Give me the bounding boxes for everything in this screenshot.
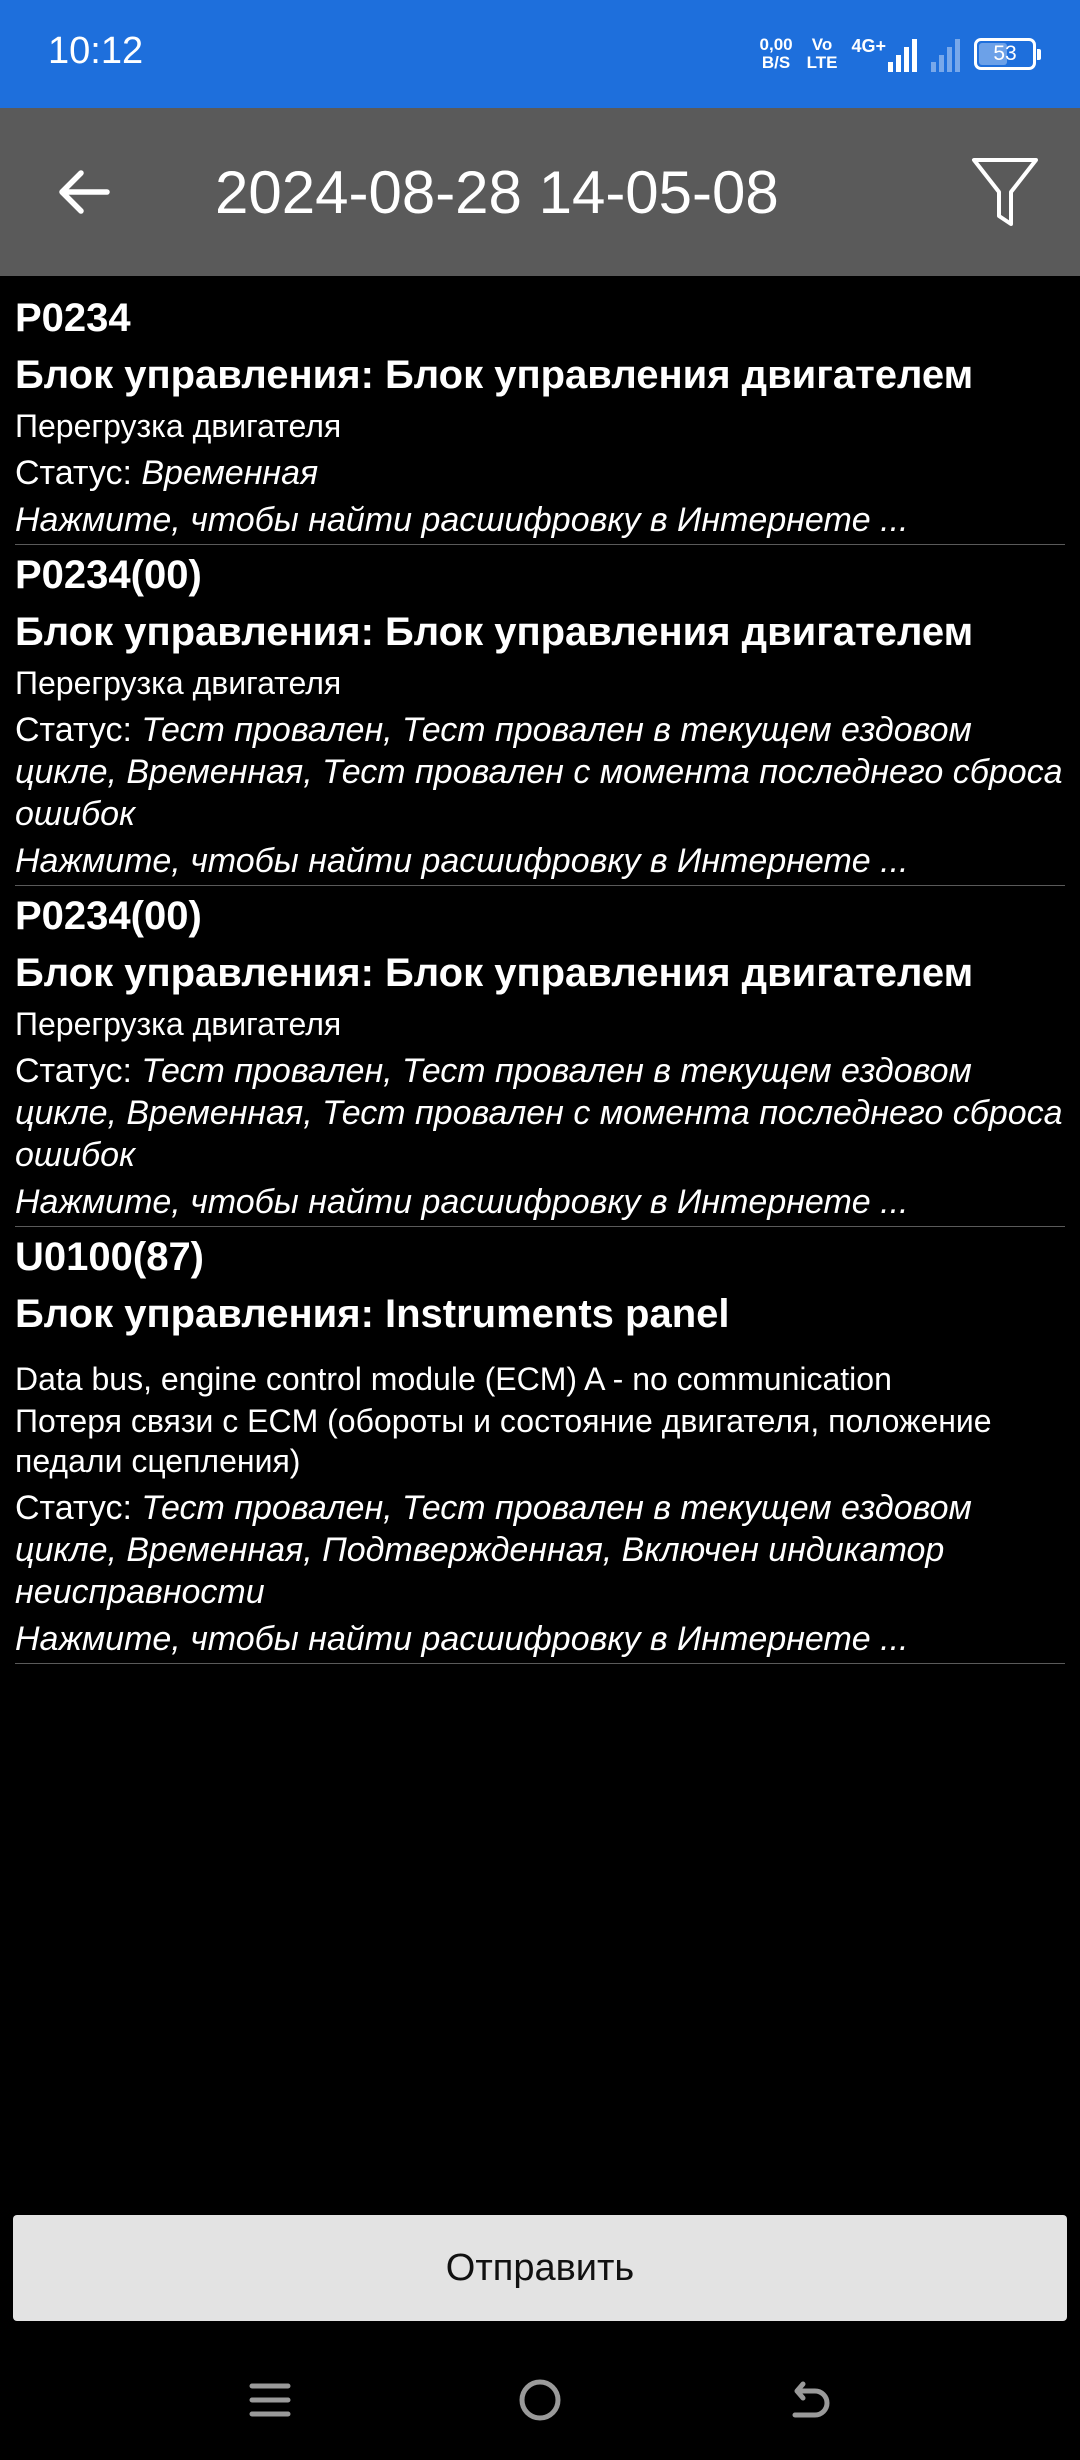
network-type-label: 4G+ (851, 36, 886, 56)
dtc-control-unit: Блок управления: Блок управления двигате… (15, 353, 974, 397)
dtc-code: P0234(00) (15, 553, 202, 597)
network-speed-value: 0,00 (759, 35, 793, 54)
page-title: 2024-08-28 14-05-08 (215, 159, 779, 226)
volte-bottom: LTE (806, 53, 838, 72)
dtc-control-unit: Блок управления: Блок управления двигате… (15, 951, 974, 995)
dtc-item[interactable]: P0234(00) Блок управления: Блок управлени… (15, 547, 1065, 886)
dtc-description: Перегрузка двигателя (15, 408, 342, 444)
battery-level: 53 (993, 42, 1017, 65)
dtc-status-value: Временная (141, 454, 319, 492)
dtc-status-value: Тест провален, Тест провален в текущем е… (15, 711, 1063, 833)
dtc-status-label: Статус: (15, 454, 142, 492)
battery-icon: 53 (974, 38, 1041, 70)
dtc-control-unit: Блок управления: Instruments panel (15, 1292, 730, 1336)
filter-button[interactable] (960, 148, 1050, 238)
dtc-control-unit: Блок управления: Блок управления двигате… (15, 610, 974, 654)
dtc-search-link[interactable]: Нажмите, чтобы найти расшифровку в Интер… (15, 839, 1065, 883)
dtc-status: Статус: Временная (15, 452, 1065, 494)
dtc-item[interactable]: P0234(00) Блок управления: Блок управлени… (15, 888, 1065, 1227)
status-icons: 0,00 B/S Vo LTE 4G+ 53 (760, 28, 1041, 80)
network-speed-indicator: 0,00 B/S (760, 36, 793, 72)
dtc-code: P0234(00) (15, 894, 202, 938)
dtc-search-link[interactable]: Нажмите, чтобы найти расшифровку в Интер… (15, 498, 1065, 542)
dtc-search-link[interactable]: Нажмите, чтобы найти расшифровку в Интер… (15, 1617, 1065, 1661)
dtc-item[interactable]: U0100(87) Блок управления: Instruments pa… (15, 1229, 1065, 1664)
dtc-status: Статус: Тест провален, Тест провален в т… (15, 709, 1065, 835)
dtc-list: P0234 Блок управления: Блок управления дв… (15, 288, 1065, 1664)
dtc-description: Перегрузка двигателя (15, 665, 342, 701)
signal-bars-secondary-icon (931, 36, 960, 72)
volte-indicator: Vo LTE (807, 36, 838, 72)
dtc-description: Data bus, engine control module (ECM) A … (15, 1361, 892, 1397)
send-button[interactable]: Отправить (13, 2215, 1067, 2321)
dtc-status-value: Тест провален, Тест провален в текущем е… (15, 1489, 972, 1611)
signal-bars-icon (888, 36, 917, 72)
navigation-bar (0, 2340, 1080, 2460)
home-icon (519, 2379, 561, 2421)
status-time: 10:12 (48, 30, 144, 72)
arrow-left-icon (59, 170, 110, 214)
dtc-item[interactable]: P0234 Блок управления: Блок управления дв… (15, 290, 1065, 545)
dtc-status-value: Тест провален, Тест провален в текущем е… (15, 1052, 1063, 1174)
dtc-status: Статус: Тест провален, Тест провален в т… (15, 1050, 1065, 1176)
app-bar: 2024-08-28 14-05-08 (0, 108, 1080, 276)
dtc-description: Перегрузка двигателя (15, 1006, 342, 1042)
nav-home-button[interactable] (500, 2360, 580, 2440)
dtc-status-label: Статус: (15, 711, 142, 749)
dtc-status-label: Статус: (15, 1489, 142, 1527)
dtc-search-link[interactable]: Нажмите, чтобы найти расшифровку в Интер… (15, 1180, 1065, 1224)
dtc-status-label: Статус: (15, 1052, 142, 1090)
menu-icon (249, 2383, 291, 2417)
signal-strength-primary: 4G+ (851, 36, 917, 72)
status-bar: 10:12 0,00 B/S Vo LTE 4G+ 53 (0, 0, 1080, 108)
back-button[interactable] (44, 152, 124, 232)
back-icon (792, 2381, 830, 2418)
dtc-code: U0100(87) (15, 1235, 205, 1279)
nav-menu-button[interactable] (230, 2360, 310, 2440)
network-speed-unit: B/S (761, 53, 791, 72)
dtc-description: Потеря связи с ECM (обороты и состояние … (15, 1403, 992, 1479)
funnel-icon (972, 158, 1038, 226)
dtc-code: P0234 (15, 296, 131, 340)
dtc-status: Статус: Тест провален, Тест провален в т… (15, 1487, 1065, 1613)
volte-top: Vo (811, 35, 833, 54)
nav-back-button[interactable] (770, 2360, 850, 2440)
